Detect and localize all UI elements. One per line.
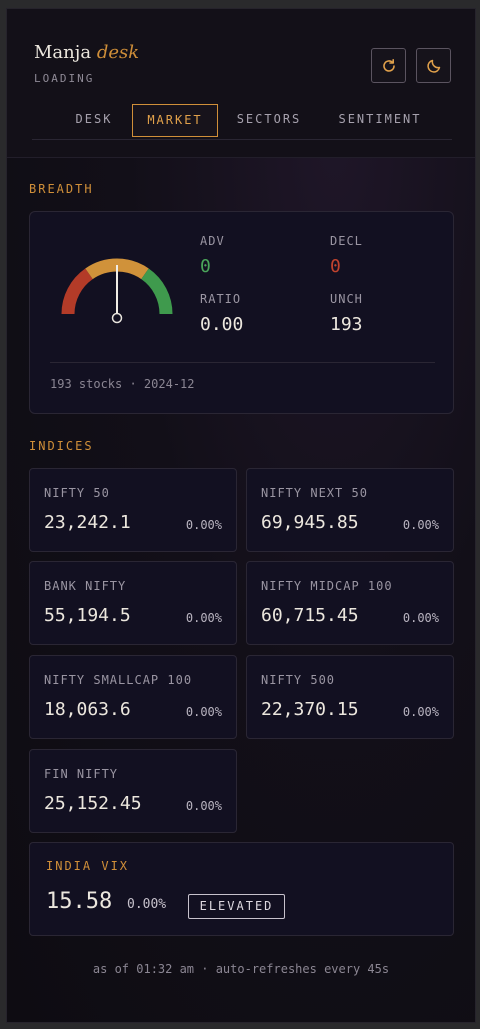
app-header: Manja desk LOADING DESK MARKET SECTORS S… <box>7 9 475 158</box>
index-name: NIFTY MIDCAP 100 <box>261 579 393 593</box>
index-change: 0.00% <box>185 799 222 813</box>
ratio-value: 0.00 <box>200 314 244 335</box>
adv-value: 0 <box>200 256 211 277</box>
index-card[interactable]: NIFTY 50 23,242.1 0.00% <box>29 468 237 552</box>
tab-market[interactable]: MARKET <box>132 104 218 137</box>
theme-toggle-button[interactable] <box>416 48 451 83</box>
vix-price: 15.58 <box>46 889 113 914</box>
india-vix-card[interactable]: INDIA VIX 15.58 0.00% ELEVATED <box>29 842 454 936</box>
gauge-red-segment <box>61 268 93 315</box>
ratio-label: RATIO <box>200 292 242 306</box>
brand-main: Manja <box>34 42 92 63</box>
brand-accent: desk <box>96 42 140 63</box>
index-price: 69,945.85 <box>261 512 359 533</box>
breadth-gauge <box>61 258 173 324</box>
index-price: 22,370.15 <box>261 699 359 720</box>
index-name: NIFTY 50 <box>44 486 110 500</box>
app-window: Manja desk LOADING DESK MARKET SECTORS S… <box>6 8 476 1023</box>
decl-label: DECL <box>330 234 363 248</box>
index-change: 0.00% <box>402 518 439 532</box>
decl-value: 0 <box>330 256 341 277</box>
index-card[interactable]: NIFTY 500 22,370.15 0.00% <box>246 655 454 739</box>
vix-status-badge: ELEVATED <box>188 894 285 919</box>
unch-label: UNCH <box>330 292 363 306</box>
adv-label: ADV <box>200 234 225 248</box>
gauge-hub <box>111 312 123 324</box>
breadth-card: ADV 0 DECL 0 RATIO 0.00 UNCH 193 193 sto… <box>29 211 454 414</box>
moon-icon <box>426 59 440 73</box>
refresh-icon <box>382 58 395 72</box>
index-change: 0.00% <box>185 518 222 532</box>
index-card[interactable]: NIFTY SMALLCAP 100 18,063.6 0.00% <box>29 655 237 739</box>
loading-status: LOADING <box>34 72 95 85</box>
index-price: 23,242.1 <box>44 512 131 533</box>
gauge-green-segment <box>141 268 173 315</box>
index-price: 60,715.45 <box>261 605 359 626</box>
index-change: 0.00% <box>185 611 222 625</box>
tab-desk[interactable]: DESK <box>60 104 128 137</box>
index-name: NIFTY 500 <box>261 673 336 687</box>
index-price: 25,152.45 <box>44 793 142 814</box>
index-card[interactable]: BANK NIFTY 55,194.5 0.00% <box>29 561 237 645</box>
index-card[interactable]: NIFTY MIDCAP 100 60,715.45 0.00% <box>246 561 454 645</box>
tab-sectors[interactable]: SECTORS <box>230 104 308 137</box>
breadth-title: BREADTH <box>29 182 94 196</box>
index-name: NIFTY SMALLCAP 100 <box>44 673 193 687</box>
index-change: 0.00% <box>402 705 439 719</box>
index-name: NIFTY NEXT 50 <box>261 486 368 500</box>
refresh-button[interactable] <box>371 48 406 83</box>
unch-value: 193 <box>330 314 363 335</box>
indices-title: INDICES <box>29 439 94 453</box>
vix-change: 0.00% <box>127 897 167 912</box>
index-price: 18,063.6 <box>44 699 131 720</box>
tab-sentiment[interactable]: SENTIMENT <box>330 104 430 137</box>
index-price: 55,194.5 <box>44 605 131 626</box>
index-name: BANK NIFTY <box>44 579 127 593</box>
index-card[interactable]: FIN NIFTY 25,152.45 0.00% <box>29 749 237 833</box>
card-divider <box>50 362 435 363</box>
breadth-footer: 193 stocks · 2024-12 <box>50 377 195 391</box>
index-change: 0.00% <box>185 705 222 719</box>
refresh-footer: as of 01:32 am · auto-refreshes every 45… <box>92 962 390 976</box>
brand-logo: Manja desk <box>34 42 139 63</box>
index-change: 0.00% <box>402 611 439 625</box>
main-tabs: DESK MARKET SECTORS SENTIMENT <box>32 104 452 140</box>
vix-title: INDIA VIX <box>46 859 130 873</box>
index-card[interactable]: NIFTY NEXT 50 69,945.85 0.00% <box>246 468 454 552</box>
index-name: FIN NIFTY <box>44 767 119 781</box>
